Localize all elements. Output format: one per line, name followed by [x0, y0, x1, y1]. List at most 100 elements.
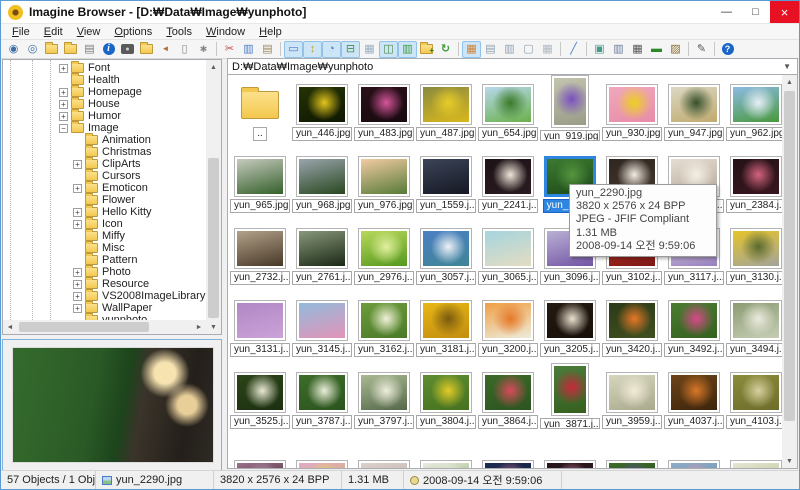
thumbnail-item[interactable]: yun_2732.j... [229, 219, 291, 291]
thumbnail-item[interactable] [229, 435, 291, 468]
preview-panel-button[interactable] [379, 40, 398, 58]
thumbnail-item[interactable] [601, 435, 663, 468]
scroll-right-icon[interactable]: ► [192, 320, 206, 334]
thumbnail-item[interactable]: yun_4103.j... [725, 363, 787, 435]
film-green-button[interactable] [647, 41, 666, 58]
paste-button[interactable] [258, 41, 277, 58]
thumbnail-item[interactable]: yun_976.jpg [353, 147, 415, 219]
tree-horizontal-scrollbar[interactable]: ◄ ► [3, 320, 206, 334]
list-scrollbar-thumb[interactable] [784, 91, 795, 421]
thumbnail-item[interactable]: yun_3787.j... [291, 363, 353, 435]
eye-slideshow-button[interactable] [23, 41, 42, 58]
tree-item-cursors[interactable]: Cursors [3, 169, 206, 182]
tree-item-homepage[interactable]: + Homepage [3, 85, 206, 98]
image-copy-button[interactable] [609, 41, 628, 58]
scroll-left-icon[interactable]: ◄ [3, 320, 17, 334]
file-settings-button[interactable] [194, 41, 213, 58]
expand-icon[interactable]: + [73, 303, 82, 313]
tree-panel-button[interactable] [341, 40, 360, 58]
collapse-icon[interactable]: − [59, 123, 68, 133]
menu-file[interactable]: File [5, 25, 37, 39]
thumbnail-item[interactable]: yun_2761.j... [291, 219, 353, 291]
wrench-button[interactable] [564, 41, 583, 58]
menu-window[interactable]: Window [199, 25, 252, 39]
sort-manager-button[interactable] [303, 40, 322, 58]
tree-item-image[interactable]: − Image [3, 121, 206, 134]
tree-item-animation[interactable]: Animation [3, 133, 206, 146]
thumbnail-item[interactable]: yun_3131.j... [229, 291, 291, 363]
scroll-up-icon[interactable]: ▲ [206, 60, 221, 74]
scroll-down-icon[interactable]: ▼ [782, 454, 797, 468]
menu-help[interactable]: Help [252, 25, 289, 39]
thumbnail-item[interactable] [725, 435, 787, 468]
scroll-down-icon[interactable]: ▼ [206, 320, 221, 334]
tree-item-health[interactable]: Health [3, 73, 206, 86]
expand-icon[interactable]: + [73, 291, 82, 301]
pencil-button[interactable] [692, 41, 711, 58]
menu-tools[interactable]: Tools [159, 25, 199, 39]
window-panel-button[interactable] [284, 40, 303, 58]
expand-icon[interactable]: + [59, 63, 68, 73]
expand-icon[interactable]: + [73, 219, 82, 229]
layout-c-button[interactable] [500, 41, 519, 58]
list-vertical-scrollbar[interactable]: ▲ ▼ [782, 75, 797, 468]
tree-item-emoticon[interactable]: + Emoticon [3, 181, 206, 194]
parent-folder-item[interactable]: .. [229, 75, 291, 147]
thumbnail-item[interactable]: yun_3864.j... [477, 363, 539, 435]
layout-a-button[interactable] [462, 40, 481, 58]
clock-button[interactable] [322, 40, 341, 58]
thumbnail-item[interactable]: yun_930.jpg [601, 75, 663, 147]
info-button[interactable] [99, 41, 118, 58]
pin-button[interactable] [156, 41, 175, 58]
thumbnail-item[interactable]: yun_3057.j... [415, 219, 477, 291]
chevron-down-icon[interactable]: ▼ [781, 62, 793, 71]
expand-icon[interactable]: + [73, 159, 82, 169]
layout-b-button[interactable] [481, 41, 500, 58]
folder-new-button[interactable] [137, 41, 156, 58]
printer-button[interactable] [80, 41, 99, 58]
expand-icon[interactable]: + [73, 279, 82, 289]
eye-preview-button[interactable] [4, 41, 23, 58]
thumbnail-item[interactable]: yun_3145.j... [291, 291, 353, 363]
expand-icon[interactable]: + [73, 267, 82, 277]
camera-button[interactable] [118, 41, 137, 58]
thumbnail-item[interactable]: yun_2241.j... [477, 147, 539, 219]
thumbnail-item[interactable]: yun_446.jpg [291, 75, 353, 147]
thumbnail-item[interactable]: yun_3492.j... [663, 291, 725, 363]
grid-lines-button[interactable] [360, 41, 379, 58]
thumbnail-item[interactable]: yun_968.jpg [291, 147, 353, 219]
tree-item-icon[interactable]: + Icon [3, 217, 206, 230]
expand-icon[interactable]: + [59, 99, 68, 109]
tree-item-cliparts[interactable]: + ClipArts [3, 157, 206, 170]
tree-vertical-scrollbar[interactable]: ▲ ▼ [206, 60, 221, 334]
thumbnail-item[interactable] [415, 435, 477, 468]
folder-open-button[interactable] [42, 41, 61, 58]
menu-options[interactable]: Options [107, 25, 159, 39]
thumbnail-item[interactable]: yun_3494.j... [725, 291, 787, 363]
thumbnail-item[interactable]: yun_3162.j... [353, 291, 415, 363]
layout-e-button[interactable] [538, 41, 557, 58]
minimize-button[interactable]: — [712, 1, 741, 23]
tree-item-humor[interactable]: + Humor [3, 109, 206, 122]
maximize-button[interactable]: □ [741, 1, 770, 23]
tree-item-pattern[interactable]: Pattern [3, 253, 206, 266]
thumbnail-item[interactable]: yun_483.jpg [353, 75, 415, 147]
thumbnail-item[interactable]: yun_3420.j... [601, 291, 663, 363]
tree-item-house[interactable]: + House [3, 97, 206, 110]
expand-icon[interactable]: + [73, 183, 82, 193]
cut-button[interactable] [220, 41, 239, 58]
thumbnail-item[interactable]: yun_654.jpg [477, 75, 539, 147]
tree-item-christmas[interactable]: Christmas [3, 145, 206, 158]
thumbnail-item[interactable]: yun_3130.j... [725, 219, 787, 291]
thumbnail-item[interactable]: yun_962.jpg [725, 75, 787, 147]
folder-copy-button[interactable] [61, 41, 80, 58]
help-button[interactable] [718, 41, 737, 58]
thumbnail-item[interactable]: yun_947.jpg [663, 75, 725, 147]
filmstrip-button[interactable] [398, 40, 417, 58]
address-path[interactable]: D:₩Data₩Image₩yunphoto [232, 61, 781, 73]
expand-icon[interactable]: + [73, 207, 82, 217]
thumbnail-item[interactable]: yun_3797.j... [353, 363, 415, 435]
tree-item-misc[interactable]: Misc [3, 241, 206, 254]
layout-d-button[interactable] [519, 41, 538, 58]
expand-icon[interactable]: + [59, 111, 68, 121]
